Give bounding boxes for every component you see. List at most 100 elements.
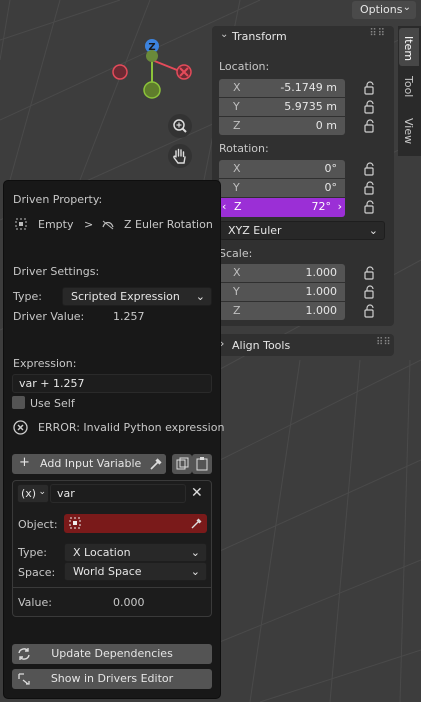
tab-tool[interactable]: Tool bbox=[399, 70, 419, 106]
expression-input[interactable]: var + 1.257 bbox=[12, 374, 212, 393]
update-dependencies-button[interactable]: Update Dependencies bbox=[12, 644, 212, 664]
use-self-checkbox[interactable] bbox=[12, 396, 25, 409]
tab-view[interactable]: View bbox=[399, 110, 419, 150]
add-input-variable-button[interactable]: + Add Input Variable bbox=[12, 454, 166, 474]
rotation-label: Rotation: bbox=[219, 142, 269, 155]
space-label: Space: bbox=[18, 566, 56, 579]
rotation-y-axis: Y bbox=[233, 181, 240, 194]
expression-label: Expression: bbox=[13, 357, 77, 370]
lock-icon[interactable] bbox=[363, 266, 377, 280]
scale-x-value: 1.000 bbox=[305, 266, 338, 279]
chevron-down-icon: ⌄ bbox=[368, 224, 378, 237]
chevron-down-icon: ⌄ bbox=[220, 29, 229, 40]
space-dropdown[interactable]: World Space ⌄ bbox=[64, 562, 207, 581]
show-in-drivers-editor-button[interactable]: Show in Drivers Editor bbox=[12, 669, 212, 689]
location-z-axis: Z bbox=[233, 119, 241, 132]
lock-icon[interactable] bbox=[363, 100, 377, 114]
lock-icon[interactable] bbox=[363, 200, 377, 214]
location-x-value: -5.1749 m bbox=[280, 81, 337, 94]
copy-variables-button[interactable] bbox=[172, 454, 192, 474]
location-y-axis: Y bbox=[233, 100, 240, 113]
chevron-down-icon: ⌄ bbox=[195, 290, 205, 303]
variable-type-dropdown[interactable]: (x) ⌄ bbox=[17, 484, 49, 503]
rotation-mode-dropdown[interactable]: XYZ Euler ⌄ bbox=[219, 221, 385, 240]
tab-item[interactable]: Item bbox=[399, 28, 419, 66]
chevron-left-icon[interactable]: ‹ bbox=[222, 200, 226, 213]
scale-y-field[interactable]: Y 1.000 bbox=[219, 283, 345, 301]
lock-icon[interactable] bbox=[363, 162, 377, 176]
lock-icon[interactable] bbox=[363, 181, 377, 195]
location-y-value: 5.9735 m bbox=[284, 100, 337, 113]
object-label: Object: bbox=[18, 518, 58, 531]
scale-z-value: 1.000 bbox=[305, 304, 338, 317]
tab-item-label: Item bbox=[402, 36, 415, 62]
scale-x-field[interactable]: X 1.000 bbox=[219, 264, 345, 282]
align-tools-title: Align Tools bbox=[232, 339, 291, 352]
empty-object-icon bbox=[14, 217, 28, 234]
location-z-field[interactable]: Z 0 m bbox=[219, 117, 345, 135]
scale-z-axis: Z bbox=[233, 304, 241, 317]
error-icon bbox=[13, 420, 28, 438]
expression-value: var + 1.257 bbox=[19, 377, 85, 390]
rotation-z-axis: Z bbox=[234, 200, 242, 213]
location-y-field[interactable]: Y 5.9735 m bbox=[219, 98, 345, 116]
rotation-y-field[interactable]: Y 0° bbox=[219, 179, 345, 197]
plus-icon: + bbox=[19, 455, 30, 470]
value-divider bbox=[13, 587, 211, 588]
lock-icon[interactable] bbox=[363, 285, 377, 299]
eyedropper-button[interactable] bbox=[144, 454, 166, 474]
copy-icon bbox=[176, 457, 189, 470]
variable-value: 0.000 bbox=[113, 596, 145, 609]
object-field[interactable] bbox=[64, 514, 207, 533]
drag-handle-icon[interactable]: ⠿⠿ bbox=[369, 28, 386, 39]
location-label: Location: bbox=[219, 60, 270, 73]
transform-header[interactable]: ⌄ Transform ⠿⠿ bbox=[212, 26, 394, 48]
paste-icon bbox=[196, 457, 208, 471]
options-dropdown[interactable]: Options ⌄ bbox=[352, 1, 416, 19]
close-icon[interactable]: ✕ bbox=[191, 485, 203, 501]
driver-settings-label: Driver Settings: bbox=[13, 265, 100, 278]
hand-pan-icon[interactable] bbox=[168, 144, 192, 168]
driven-object-name: Empty bbox=[38, 218, 74, 231]
zoom-icon[interactable] bbox=[168, 114, 192, 138]
variable-name-value: var bbox=[57, 487, 75, 500]
rotation-x-value: 0° bbox=[324, 162, 338, 175]
rotation-property-icon bbox=[101, 217, 115, 234]
rotation-x-field[interactable]: X 0° bbox=[219, 160, 345, 178]
chevron-down-icon: ⌄ bbox=[402, 2, 411, 13]
eyedropper-icon[interactable] bbox=[189, 516, 203, 530]
chevron-down-icon: ⌄ bbox=[38, 487, 46, 497]
tab-tool-label: Tool bbox=[402, 76, 415, 98]
scale-y-value: 1.000 bbox=[305, 285, 338, 298]
scale-z-field[interactable]: Z 1.000 bbox=[219, 302, 345, 320]
chevron-down-icon: ⌄ bbox=[190, 546, 200, 559]
rotation-z-value: 72° bbox=[311, 200, 332, 213]
lock-icon[interactable] bbox=[363, 81, 377, 95]
scale-label: Scale: bbox=[219, 247, 253, 260]
lock-icon[interactable] bbox=[363, 119, 377, 133]
location-z-value: 0 m bbox=[315, 119, 337, 132]
scale-x-axis: X bbox=[233, 266, 241, 279]
paste-variables-button[interactable] bbox=[192, 454, 212, 474]
rotation-z-field[interactable]: ‹ Z 72° › bbox=[219, 198, 345, 217]
add-variable-label: Add Input Variable bbox=[40, 457, 142, 470]
lock-icon[interactable] bbox=[363, 304, 377, 318]
transform-channel-dropdown[interactable]: X Location ⌄ bbox=[64, 543, 207, 562]
variable-type-symbol: (x) bbox=[21, 487, 37, 500]
driver-value: 1.257 bbox=[113, 310, 145, 323]
navigation-gizmo[interactable]: Z bbox=[100, 30, 200, 110]
breadcrumb-separator: > bbox=[84, 218, 94, 231]
driver-type-value: Scripted Expression bbox=[71, 290, 180, 303]
drag-handle-icon[interactable]: ⠿⠿ bbox=[376, 337, 391, 348]
transform-channel-value: X Location bbox=[73, 546, 131, 559]
driver-type-dropdown[interactable]: Scripted Expression ⌄ bbox=[62, 287, 212, 306]
scale-y-axis: Y bbox=[233, 285, 240, 298]
variable-value-label: Value: bbox=[18, 596, 52, 609]
error-message: ERROR: Invalid Python expression bbox=[38, 421, 225, 434]
driven-property-label: Driven Property: bbox=[13, 193, 103, 206]
space-value: World Space bbox=[73, 565, 142, 578]
location-x-field[interactable]: X -5.1749 m bbox=[219, 79, 345, 97]
variable-name-input[interactable]: var bbox=[50, 484, 186, 503]
show-in-drivers-editor-label: Show in Drivers Editor bbox=[50, 672, 174, 685]
chevron-right-icon[interactable]: › bbox=[338, 200, 342, 213]
